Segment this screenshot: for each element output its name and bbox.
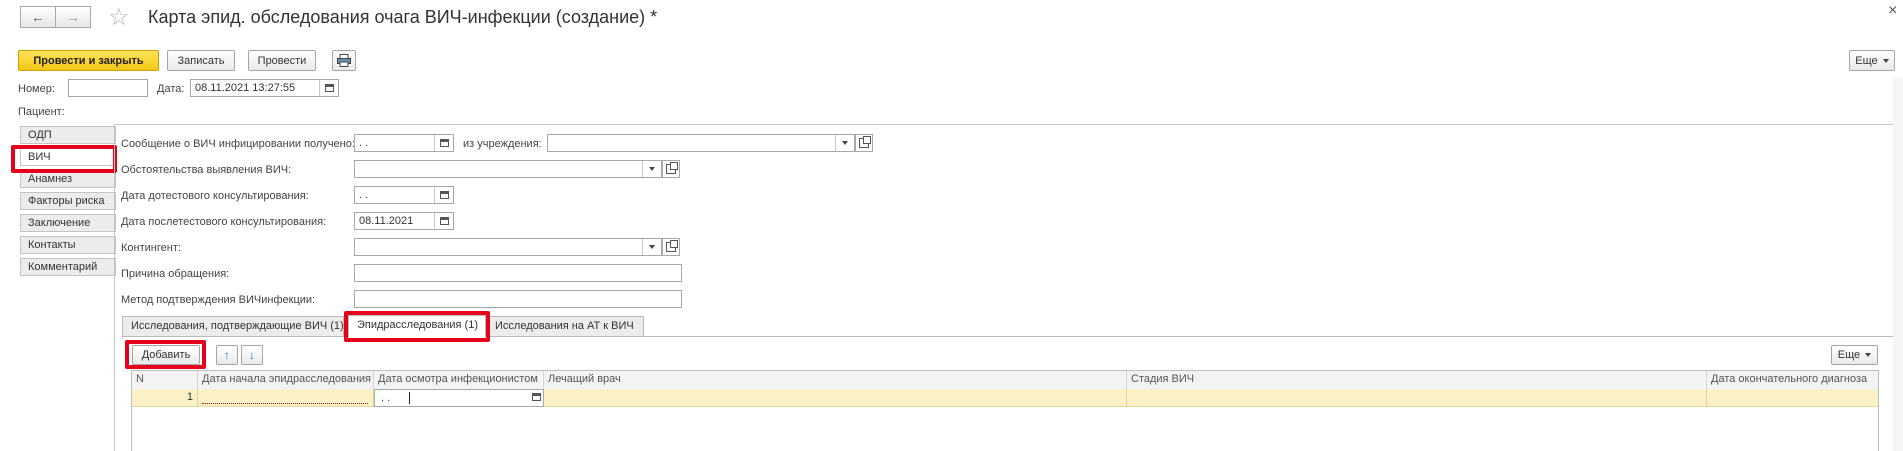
highlight-add-button bbox=[125, 340, 206, 369]
post-button[interactable]: Провести bbox=[248, 50, 316, 71]
cell-stage[interactable] bbox=[1127, 389, 1707, 407]
circumstances-field[interactable] bbox=[354, 160, 662, 178]
column-header-exam-date[interactable]: Дата осмотра инфекционистом bbox=[374, 371, 544, 389]
star-icon[interactable]: ☆ bbox=[108, 3, 130, 32]
cell-start-date[interactable] bbox=[198, 389, 374, 407]
open-button[interactable] bbox=[855, 134, 873, 152]
write-button[interactable]: Записать bbox=[167, 50, 235, 71]
calendar-icon bbox=[439, 191, 449, 199]
table-more-label: Еще bbox=[1837, 349, 1861, 361]
tab-confirming-studies[interactable]: Исследования, подтверждающие ВИЧ (1) bbox=[122, 316, 344, 336]
more-button[interactable]: Еще bbox=[1849, 50, 1895, 71]
highlight-hiv-tab bbox=[11, 145, 117, 173]
date-label: Дата: bbox=[157, 83, 185, 95]
pretest-date-field[interactable]: . . bbox=[354, 186, 454, 204]
chevron-down-icon bbox=[1882, 58, 1889, 63]
printer-icon bbox=[337, 54, 351, 67]
contingent-label: Контингент: bbox=[121, 242, 181, 254]
text-cursor bbox=[409, 392, 410, 404]
chevron-down-icon bbox=[649, 167, 655, 171]
open-icon bbox=[859, 136, 871, 148]
cell-final-date[interactable] bbox=[1707, 389, 1878, 407]
close-icon[interactable]: × bbox=[1888, 2, 1897, 20]
column-header-n[interactable]: N bbox=[132, 371, 198, 389]
number-field[interactable] bbox=[68, 79, 148, 97]
highlight-epid-tab bbox=[344, 311, 490, 342]
back-button[interactable]: ← bbox=[20, 6, 56, 28]
from-field[interactable] bbox=[547, 134, 855, 152]
side-tab-odp[interactable]: ОДП bbox=[20, 126, 116, 144]
method-label: Метод подтверждения ВИЧинфекции: bbox=[121, 294, 316, 306]
calendar-button[interactable] bbox=[434, 135, 453, 151]
more-label: Еще bbox=[1855, 54, 1878, 67]
cell-exam-date-editor[interactable]: . . bbox=[374, 389, 544, 407]
chevron-down-icon bbox=[842, 141, 848, 145]
calendar-icon bbox=[439, 217, 449, 225]
calendar-icon bbox=[324, 84, 334, 92]
side-tab-contacts[interactable]: Контакты bbox=[20, 236, 116, 254]
window-scrollbar[interactable] bbox=[1893, 78, 1903, 451]
calendar-button[interactable] bbox=[434, 213, 453, 229]
date-field[interactable]: 08.11.2021 13:27:55 bbox=[190, 79, 339, 97]
side-tab-comment[interactable]: Комментарий bbox=[20, 258, 116, 276]
arrow-up-icon: ↑ bbox=[224, 348, 230, 362]
pretest-label: Дата дотестового консультирования: bbox=[121, 190, 309, 202]
open-icon bbox=[666, 240, 678, 252]
calendar-button[interactable] bbox=[319, 80, 338, 96]
back-icon: ← bbox=[31, 9, 45, 25]
required-underline bbox=[202, 403, 368, 404]
cell-n: 1 bbox=[132, 389, 198, 407]
column-header-doctor[interactable]: Лечащий врач bbox=[544, 371, 1127, 389]
dropdown-button[interactable] bbox=[835, 135, 854, 151]
page-title: Карта эпид. обследования очага ВИЧ-инфек… bbox=[148, 7, 658, 27]
circumstances-label: Обстоятельства выявления ВИЧ: bbox=[121, 164, 292, 176]
print-button[interactable] bbox=[332, 50, 356, 71]
cell-doctor[interactable] bbox=[544, 389, 1127, 407]
calendar-button[interactable] bbox=[434, 187, 453, 203]
calendar-icon bbox=[439, 139, 449, 147]
calendar-button[interactable] bbox=[532, 393, 541, 401]
method-field[interactable] bbox=[354, 290, 682, 308]
chevron-down-icon bbox=[649, 245, 655, 249]
message-date-field[interactable]: . . bbox=[354, 134, 454, 152]
move-down-button[interactable]: ↓ bbox=[241, 345, 263, 365]
contingent-field[interactable] bbox=[354, 238, 662, 256]
column-header-start-date[interactable]: Дата начала эпидрасследования bbox=[198, 371, 374, 389]
message-label: Сообщение о ВИЧ инфицировании получено: bbox=[121, 138, 355, 150]
open-button[interactable] bbox=[662, 160, 680, 178]
tab-at-hiv-studies[interactable]: Исследования на АТ к ВИЧ bbox=[486, 316, 644, 336]
forward-icon: → bbox=[66, 9, 80, 25]
from-label: из учреждения: bbox=[463, 138, 542, 150]
move-up-button[interactable]: ↑ bbox=[216, 345, 238, 365]
column-header-stage[interactable]: Стадия ВИЧ bbox=[1127, 371, 1707, 389]
post-and-close-button[interactable]: Провести и закрыть bbox=[18, 50, 159, 71]
patient-label: Пациент: bbox=[18, 106, 65, 118]
number-label: Номер: bbox=[18, 83, 55, 95]
posttest-label: Дата послетестового консультирования: bbox=[121, 216, 327, 228]
posttest-date-field[interactable]: 08.11.2021 bbox=[354, 212, 454, 230]
side-tab-conclusion[interactable]: Заключение bbox=[20, 214, 116, 232]
forward-button[interactable]: → bbox=[55, 6, 91, 28]
dropdown-button[interactable] bbox=[642, 239, 661, 255]
arrow-down-icon: ↓ bbox=[249, 348, 255, 362]
column-header-final-date[interactable]: Дата окончательного диагноза bbox=[1707, 371, 1878, 389]
reason-label: Причина обращения: bbox=[121, 268, 230, 280]
reason-field[interactable] bbox=[354, 264, 682, 282]
chevron-down-icon bbox=[1865, 353, 1872, 357]
table-more-button[interactable]: Еще bbox=[1831, 345, 1878, 365]
side-tab-risk-factors[interactable]: Факторы риска bbox=[20, 192, 116, 210]
dropdown-button[interactable] bbox=[642, 161, 661, 177]
calendar-icon bbox=[532, 393, 541, 401]
open-button[interactable] bbox=[662, 238, 680, 256]
open-icon bbox=[666, 162, 678, 174]
